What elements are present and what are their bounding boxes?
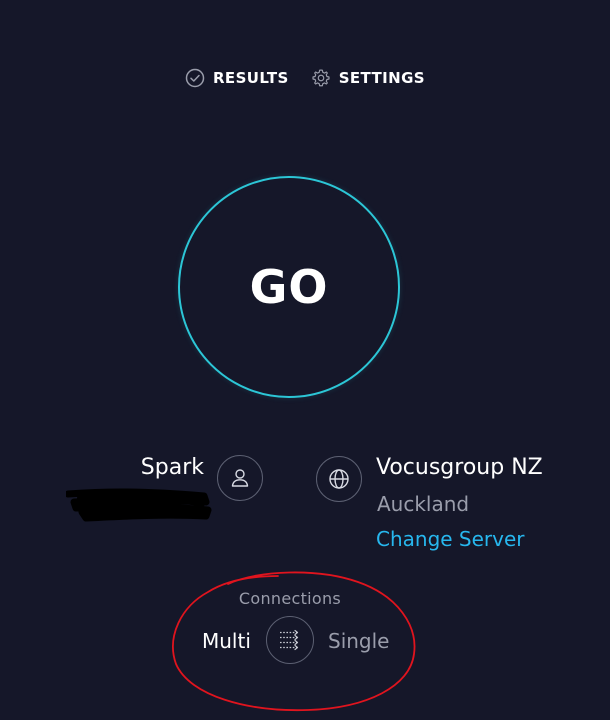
settings-label: SETTINGS	[338, 69, 425, 87]
go-button[interactable]: GO	[178, 176, 400, 398]
isp-name: Spark	[140, 455, 204, 480]
results-nav-item[interactable]: RESULTS	[185, 68, 289, 88]
settings-nav-item[interactable]: SETTINGS	[311, 68, 425, 88]
connections-single-option[interactable]: Single	[328, 629, 389, 653]
connections-label: Connections	[238, 589, 342, 608]
user-icon	[231, 469, 249, 487]
change-server-link[interactable]: Change Server	[376, 527, 525, 551]
server-name: Vocusgroup NZ	[376, 455, 543, 480]
speedtest-page: RESULTS SETTINGS GO Spark Vocusgroup NZ	[0, 0, 610, 720]
results-label: RESULTS	[212, 69, 289, 87]
globe-icon	[329, 469, 349, 489]
isp-user-badge	[217, 455, 263, 501]
server-globe-badge[interactable]	[316, 456, 362, 502]
top-nav: RESULTS SETTINGS	[0, 68, 610, 88]
redaction-scribble	[66, 488, 212, 522]
connections-toggle[interactable]	[266, 616, 314, 664]
connections-multi-option[interactable]: Multi	[202, 629, 251, 653]
check-circle-icon	[185, 68, 205, 88]
server-location: Auckland	[377, 492, 470, 516]
connections-icon	[280, 629, 299, 651]
gear-icon	[312, 69, 330, 87]
go-label: GO	[249, 260, 329, 314]
